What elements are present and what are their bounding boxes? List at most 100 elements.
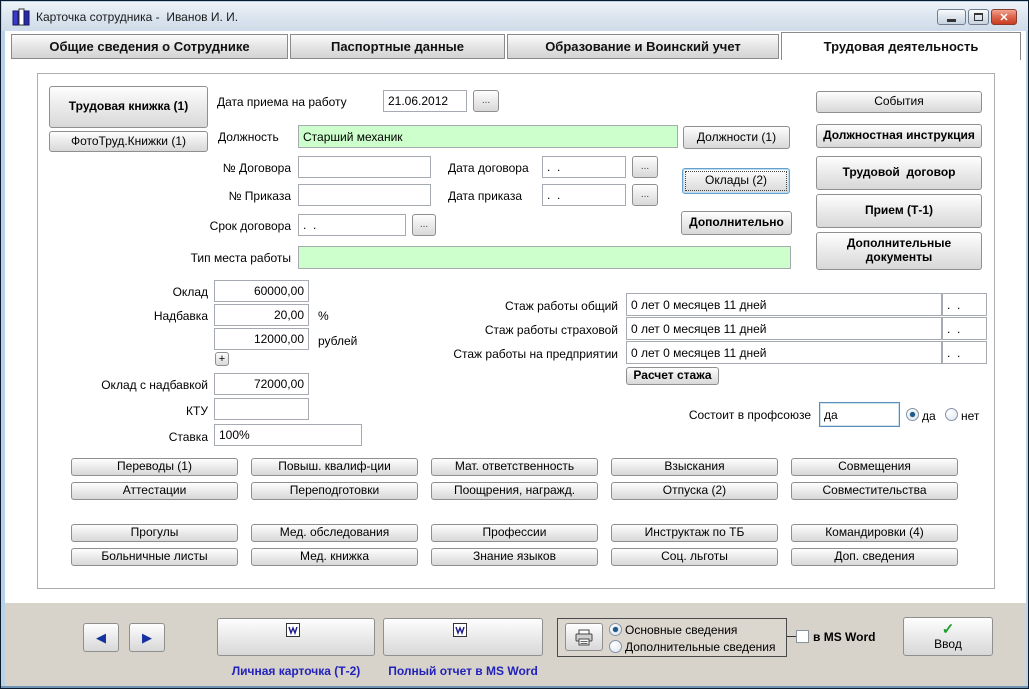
labor-contract-button[interactable]: Трудовой договор	[816, 156, 982, 190]
word-checkbox[interactable]	[796, 630, 809, 643]
full-report-word-button[interactable]: Полный отчет в MS Word	[383, 618, 543, 656]
prev-arrow-icon: ◀	[96, 631, 106, 644]
percent-unit-label: %	[318, 309, 329, 323]
additional-documents-button[interactable]: Дополнительные документы	[816, 232, 982, 270]
experience-total-field[interactable]: 0 лет 0 месяцев 11 дней	[626, 293, 942, 316]
checkmark-icon: ✓	[942, 622, 955, 637]
salary-total-field[interactable]: 72000,00	[214, 373, 309, 395]
union-yes-label: да	[922, 409, 936, 423]
experience-insurance-label: Стаж работы страховой	[421, 323, 618, 337]
ktu-field[interactable]	[214, 398, 309, 420]
next-arrow-icon: ▶	[142, 631, 152, 644]
union-field[interactable]: да	[819, 402, 900, 427]
bonus-percent-field[interactable]: 20,00	[214, 304, 309, 326]
tab-labor-activity[interactable]: Трудовая деятельность	[781, 32, 1021, 60]
qualification-button[interactable]: Повыш. квалиф-ции	[251, 458, 418, 476]
hiring-t1-button[interactable]: Прием (Т-1)	[816, 194, 982, 228]
main-info-radio[interactable]	[609, 623, 622, 636]
order-no-label: № Приказа	[121, 189, 291, 203]
experience-total-label: Стаж работы общий	[421, 299, 618, 313]
order-no-field[interactable]	[298, 184, 431, 206]
additional-info-button[interactable]: Доп. сведения	[791, 548, 958, 566]
bonus-label: Надбавка	[41, 309, 208, 323]
union-yes-radio[interactable]	[906, 408, 919, 421]
contract-term-field[interactable]: . .	[298, 214, 406, 236]
window-title: Карточка сотрудника - Иванов И. И.	[36, 10, 238, 24]
union-no-radio[interactable]	[945, 408, 958, 421]
business-trips-button[interactable]: Командировки (4)	[791, 524, 958, 542]
position-field[interactable]: Старший механик	[298, 125, 678, 148]
prev-record-button[interactable]: ◀	[83, 623, 119, 652]
bonus-rub-field[interactable]: 12000,00	[214, 328, 309, 350]
job-instruction-button[interactable]: Должностная инструкция	[816, 124, 982, 148]
professions-button[interactable]: Профессии	[431, 524, 598, 542]
languages-button[interactable]: Знание языков	[431, 548, 598, 566]
rub-unit-label: рублей	[318, 334, 357, 348]
contract-date-field[interactable]: . .	[542, 156, 626, 178]
union-label: Состоит в профсоюзе	[621, 408, 811, 422]
medical-examinations-button[interactable]: Мед. обследования	[251, 524, 418, 542]
rate-field[interactable]: 100%	[214, 424, 362, 446]
photo-work-book-button[interactable]: ФотоТруд.Книжки (1)	[49, 131, 208, 152]
additional-info-radio[interactable]	[609, 640, 622, 653]
material-responsibility-button[interactable]: Мат. ответственность	[431, 458, 598, 476]
social-benefits-button[interactable]: Соц. льготы	[611, 548, 778, 566]
vacations-button[interactable]: Отпуска (2)	[611, 482, 778, 500]
next-record-button[interactable]: ▶	[129, 623, 165, 652]
hire-date-browse-button[interactable]: ...	[473, 90, 499, 112]
position-label: Должность	[218, 130, 279, 144]
experience-enterprise-label: Стаж работы на предприятии	[421, 347, 618, 361]
print-button[interactable]	[565, 623, 603, 651]
tab-passport[interactable]: Паспортные данные	[290, 34, 505, 59]
tab-general[interactable]: Общие сведения о Сотруднике	[11, 34, 288, 59]
connector-line	[787, 636, 796, 637]
work-book-button[interactable]: Трудовая книжка (1)	[49, 86, 208, 128]
salary-label: Оклад	[41, 285, 208, 299]
experience-insurance-field[interactable]: 0 лет 0 месяцев 11 дней	[626, 317, 942, 340]
salary-field[interactable]: 60000,00	[214, 280, 309, 302]
word-checkbox-label: в MS Word	[813, 630, 875, 644]
close-button[interactable]: ✕	[991, 9, 1017, 25]
positions-button[interactable]: Должности (1)	[683, 126, 790, 149]
safety-training-button[interactable]: Инструктаж по ТБ	[611, 524, 778, 542]
attestations-button[interactable]: Аттестации	[71, 482, 238, 500]
retraining-button[interactable]: Переподготовки	[251, 482, 418, 500]
maximize-button[interactable]	[968, 9, 989, 25]
order-date-browse-button[interactable]: ...	[632, 184, 658, 206]
minimize-icon	[947, 19, 956, 22]
word-doc-icon	[453, 595, 473, 664]
combinations-button[interactable]: Совмещения	[791, 458, 958, 476]
penalties-button[interactable]: Взыскания	[611, 458, 778, 476]
enter-button[interactable]: ✓ Ввод	[903, 617, 993, 656]
ktu-label: КТУ	[41, 404, 208, 418]
contract-date-browse-button[interactable]: ...	[632, 156, 658, 178]
rate-label: Ставка	[41, 430, 208, 444]
events-button[interactable]: События	[816, 91, 982, 113]
experience-enterprise-field[interactable]: 0 лет 0 месяцев 11 дней	[626, 341, 942, 364]
minimize-button[interactable]	[937, 9, 966, 25]
hire-date-field[interactable]: 21.06.2012	[383, 90, 467, 112]
awards-button[interactable]: Поощрения, награжд.	[431, 482, 598, 500]
calc-experience-button[interactable]: Расчет стажа	[626, 367, 719, 385]
contract-no-field[interactable]	[298, 156, 431, 178]
tab-education[interactable]: Образование и Воинский учет	[507, 34, 779, 59]
order-date-field[interactable]: . .	[542, 184, 626, 206]
order-date-label: Дата приказа	[448, 189, 522, 203]
personal-card-t2-button[interactable]: Личная карточка (Т-2)	[217, 618, 375, 656]
medical-book-button[interactable]: Мед. книжка	[251, 548, 418, 566]
contract-term-browse-button[interactable]: ...	[412, 214, 436, 236]
second-jobs-button[interactable]: Совместительства	[791, 482, 958, 500]
experience-total-date-field[interactable]: . .	[942, 293, 987, 316]
workplace-type-field[interactable]	[298, 246, 791, 269]
additional-button[interactable]: Дополнительно	[681, 211, 792, 235]
experience-insurance-date-field[interactable]: . .	[942, 317, 987, 340]
experience-enterprise-date-field[interactable]: . .	[942, 341, 987, 364]
main-info-label: Основные сведения	[625, 623, 737, 637]
add-bonus-button[interactable]: +	[215, 352, 229, 366]
transfers-button[interactable]: Переводы (1)	[71, 458, 238, 476]
salaries-button[interactable]: Оклады (2)	[682, 168, 790, 194]
title-bar: Карточка сотрудника - Иванов И. И.	[2, 2, 1028, 31]
sick-leaves-button[interactable]: Больничные листы	[71, 548, 238, 566]
union-no-label: нет	[961, 409, 979, 423]
absences-button[interactable]: Прогулы	[71, 524, 238, 542]
